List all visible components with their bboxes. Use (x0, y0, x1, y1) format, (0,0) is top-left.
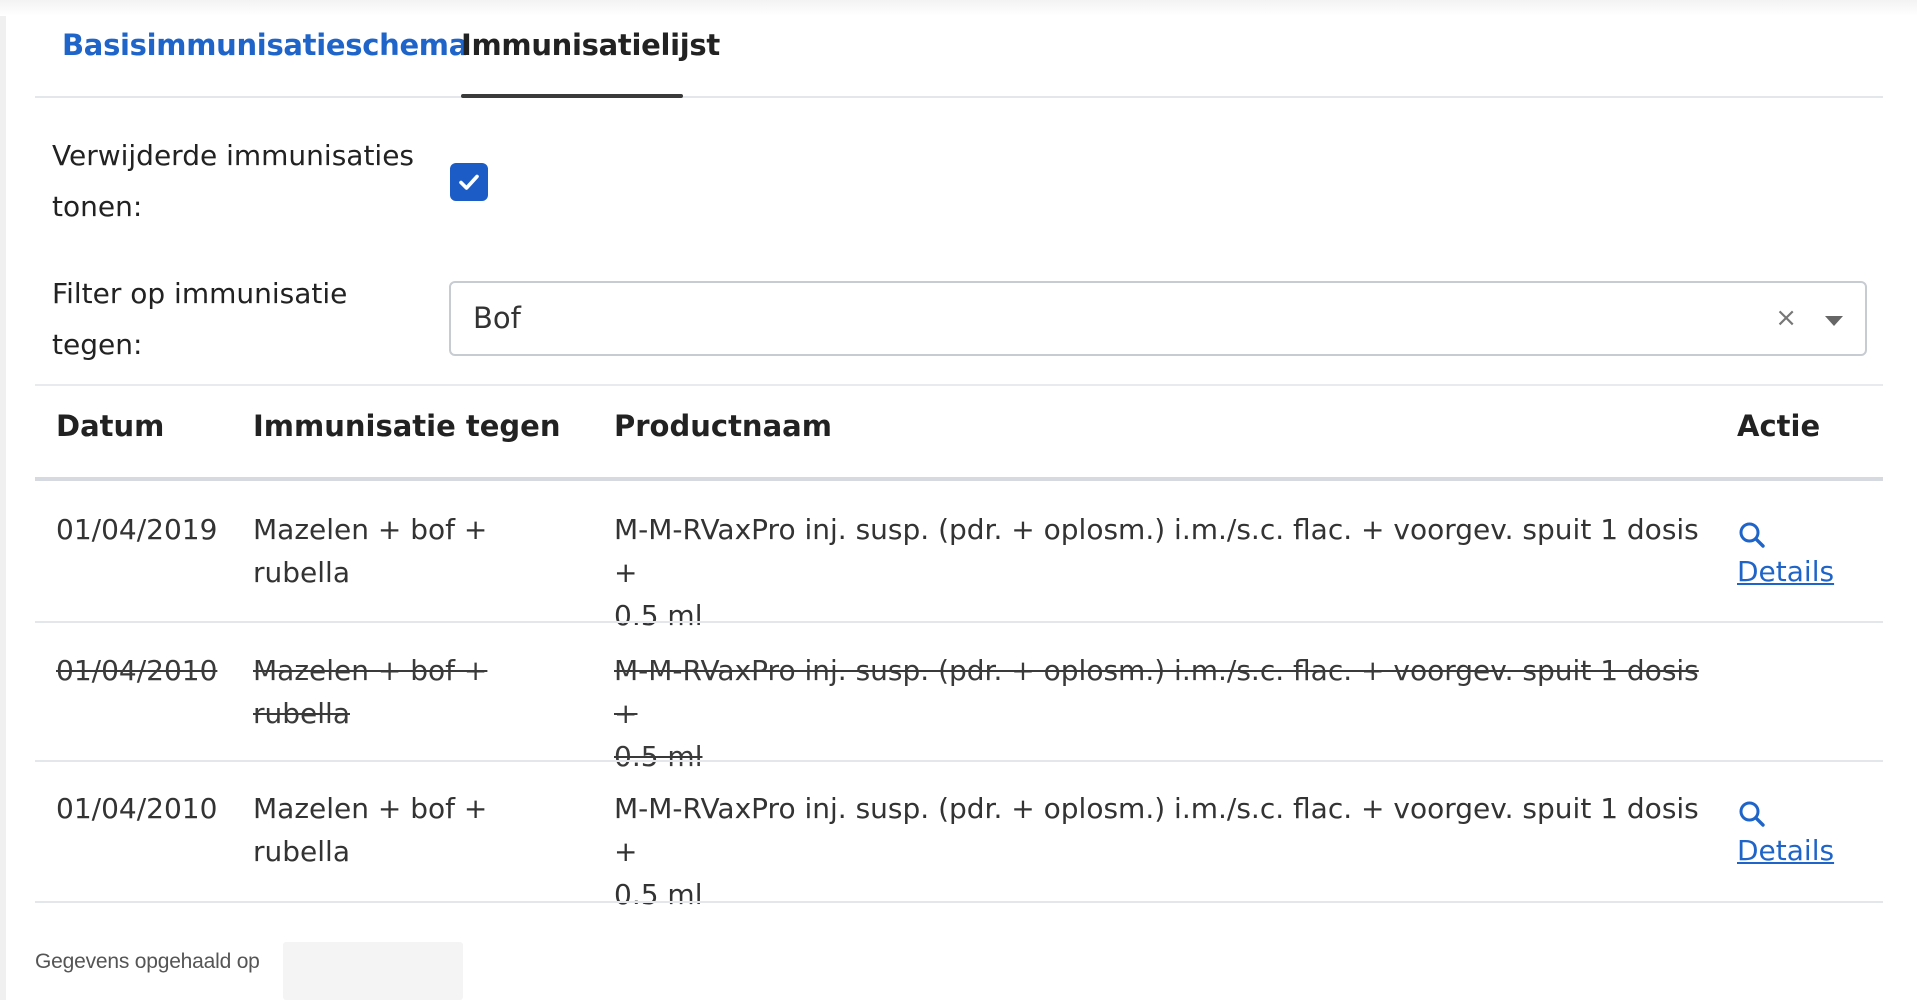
checkmark-icon (459, 174, 479, 190)
row-product-line2: 0.5 ml (614, 599, 703, 632)
show-deleted-label-line2: tonen: (52, 190, 143, 223)
row-immunisation-line2: rubella (253, 697, 350, 730)
column-header-product: Productnaam (614, 409, 832, 443)
row-immunisation-line1: Mazelen + bof + (253, 513, 488, 546)
details-link[interactable]: Details (1737, 554, 1834, 590)
row-product: M-M-RVaxPro inj. susp. (pdr. + oplosm.) … (614, 508, 1729, 637)
filter-label: Filter op immunisatie tegen: (52, 268, 347, 370)
filter-label-line2: tegen: (52, 328, 143, 361)
row-date: 01/04/2019 (56, 513, 218, 546)
clear-icon[interactable]: × (1775, 303, 1797, 333)
row-immunisation: Mazelen + bof + rubella (253, 649, 583, 735)
details-link[interactable]: Details (1737, 833, 1834, 869)
row-divider (35, 901, 1883, 903)
search-icon[interactable] (1737, 799, 1767, 829)
row-immunisation-line2: rubella (253, 556, 350, 589)
tab-immunisatielijst[interactable]: Immunisatielijst (461, 28, 720, 62)
row-immunisation-line2: rubella (253, 835, 350, 868)
row-immunisation: Mazelen + bof + rubella (253, 787, 583, 873)
redacted-timestamp (283, 942, 463, 1000)
column-header-action: Actie (1737, 409, 1821, 443)
row-immunisation: Mazelen + bof + rubella (253, 508, 583, 594)
row-product-line1: M-M-RVaxPro inj. susp. (pdr. + oplosm.) … (614, 792, 1699, 868)
row-date: 01/04/2010 (56, 654, 218, 687)
row-immunisation-line1: Mazelen + bof + (253, 654, 488, 687)
row-divider (35, 760, 1883, 762)
filter-label-line1: Filter op immunisatie (52, 277, 348, 310)
row-product-line2: 0.5 ml (614, 740, 703, 773)
row-product-line1: M-M-RVaxPro inj. susp. (pdr. + oplosm.) … (614, 513, 1699, 589)
column-header-date: Datum (56, 409, 165, 443)
row-product-line2: 0.5 ml (614, 878, 703, 911)
column-header-immunisation: Immunisatie tegen (253, 409, 561, 443)
details-action[interactable]: Details (1737, 791, 1834, 869)
divider (35, 384, 1883, 386)
row-product: M-M-RVaxPro inj. susp. (pdr. + oplosm.) … (614, 787, 1729, 916)
details-action[interactable]: Details (1737, 512, 1834, 590)
row-date: 01/04/2010 (56, 792, 218, 825)
chevron-down-icon[interactable] (1825, 316, 1843, 326)
tab-basisimmunisatieschema[interactable]: Basisimmunisatieschema (62, 28, 468, 62)
row-divider (35, 621, 1883, 623)
active-tab-indicator (461, 94, 683, 98)
show-deleted-label-line1: Verwijderde immunisaties (52, 139, 415, 172)
retrieved-on-text: Gegevens opgehaald op (35, 950, 260, 973)
show-deleted-checkbox[interactable] (450, 163, 488, 201)
row-product: M-M-RVaxPro inj. susp. (pdr. + oplosm.) … (614, 649, 1729, 778)
row-product-line1: M-M-RVaxPro inj. susp. (pdr. + oplosm.) … (614, 654, 1699, 730)
tab-bar: Basisimmunisatieschema Immunisatielijst (35, 0, 1883, 98)
filter-selected-value: Bof (473, 301, 521, 335)
show-deleted-label: Verwijderde immunisaties tonen: (52, 130, 414, 232)
search-icon[interactable] (1737, 520, 1767, 550)
row-immunisation-line1: Mazelen + bof + (253, 792, 488, 825)
immunisation-filter-select[interactable]: Bof × (449, 281, 1867, 356)
table-header-border (35, 477, 1883, 481)
